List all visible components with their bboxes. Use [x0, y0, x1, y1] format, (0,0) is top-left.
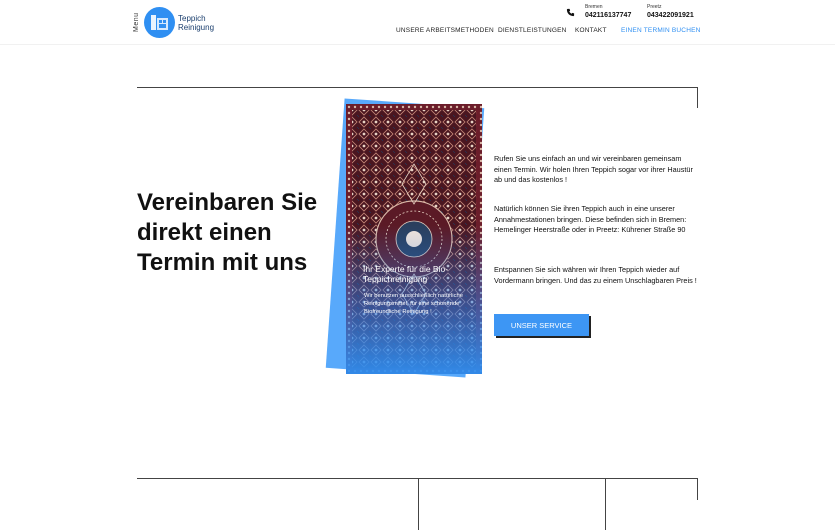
frame-right-line: [697, 87, 698, 108]
nav-item-dienstleistungen[interactable]: DIENSTLEISTUNGEN: [498, 27, 567, 34]
nav-item-arbeitsmethoden[interactable]: UNSERE ARBEITSMETHODEN: [396, 27, 494, 34]
info-paragraph-1: Rufen Sie uns einfach an und wir vereinb…: [494, 154, 693, 184]
nav-item-termin-buchen[interactable]: EINEN TERMIN BUCHEN: [621, 27, 701, 34]
footer-divider-2: [605, 478, 606, 530]
site-header: Menu Teppich Reinigung Bremen 0421161377…: [0, 0, 835, 45]
info-paragraph-3: Entspannen Sie sich währen wir Ihren Tep…: [494, 265, 697, 285]
info-paragraph-2: Natürlich können Sie ihren Teppich auch …: [494, 204, 687, 234]
footer-divider-3: [697, 478, 698, 500]
contact-phone-bremen[interactable]: 042116137747: [585, 12, 631, 19]
service-card: Ihr Experte für die Bio-Teppichreinigung…: [346, 104, 482, 374]
menu-toggle[interactable]: Menu: [133, 12, 140, 32]
hero-headline: Vereinbaren Sie direkt einen Termin mit …: [137, 189, 318, 276]
nav-item-kontakt[interactable]: KONTAKT: [575, 27, 607, 34]
card-title: Ihr Experte für die Bio-Teppichreinigung: [363, 264, 449, 284]
card-text: Wir benutzen ausschließlich natürliche R…: [364, 293, 463, 315]
footer-divider-1: [418, 478, 419, 530]
contact-city-bremen: Bremen: [585, 4, 603, 10]
logo-icon[interactable]: [144, 7, 175, 38]
logo-wordmark[interactable]: Teppich Reinigung: [178, 14, 214, 32]
contact-phone-preetz[interactable]: 043422091921: [647, 12, 694, 19]
frame-top-line: [137, 87, 698, 88]
logo-line-1: Teppich: [178, 14, 206, 23]
phone-icon: [566, 8, 575, 17]
logo-line-2: Reinigung: [178, 23, 215, 32]
card-gradient-overlay: [346, 104, 482, 374]
contact-city-preetz: Preetz: [647, 4, 662, 10]
service-button[interactable]: UNSER SERVICE: [494, 314, 589, 336]
